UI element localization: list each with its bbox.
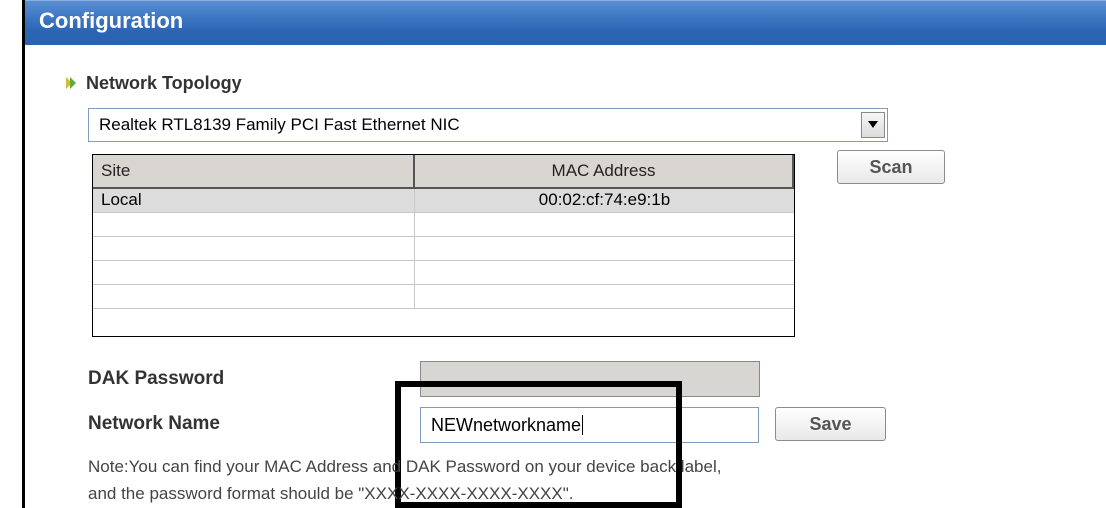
table-row[interactable] bbox=[93, 213, 794, 237]
row-site-cell bbox=[93, 261, 415, 284]
table-row[interactable] bbox=[93, 285, 794, 309]
note-text: Note:You can find your MAC Address and D… bbox=[88, 453, 968, 507]
dropdown-arrow-button[interactable] bbox=[861, 112, 885, 138]
network-name-field[interactable]: NEWnetworkname bbox=[420, 407, 759, 443]
row-mac-cell bbox=[415, 237, 794, 260]
table-row[interactable] bbox=[93, 237, 794, 261]
network-topology-header: Network Topology bbox=[65, 71, 242, 95]
row-mac-cell bbox=[415, 213, 794, 236]
devices-table: Site MAC Address Local 00:02:cf:74:e9:1b bbox=[92, 154, 795, 337]
row-mac-cell bbox=[415, 261, 794, 284]
column-header-site[interactable]: Site bbox=[93, 155, 415, 187]
dak-password-label: DAK Password bbox=[88, 368, 225, 389]
configuration-panel: Configuration Network Topology Realtek R… bbox=[25, 0, 1106, 508]
table-header-row: Site MAC Address bbox=[93, 155, 794, 189]
table-row[interactable]: Local 00:02:cf:74:e9:1b bbox=[93, 189, 794, 213]
text-caret bbox=[582, 415, 584, 435]
scan-button[interactable]: Scan bbox=[837, 150, 945, 184]
note-line-2: and the password format should be "XXXX-… bbox=[88, 484, 574, 503]
note-line-1: Note:You can find your MAC Address and D… bbox=[88, 457, 722, 476]
row-mac-cell bbox=[415, 285, 794, 308]
chevron-down-icon bbox=[868, 121, 878, 128]
row-site-cell bbox=[93, 237, 415, 260]
save-button[interactable]: Save bbox=[775, 407, 886, 441]
row-site-cell bbox=[93, 285, 415, 308]
panel-title: Configuration bbox=[39, 8, 184, 33]
bullet-arrow-icon bbox=[66, 77, 76, 89]
dak-password-field[interactable] bbox=[420, 361, 760, 397]
title-bar: Configuration bbox=[25, 0, 1106, 45]
network-name-label: Network Name bbox=[88, 413, 220, 434]
row-site-cell bbox=[93, 213, 415, 236]
column-header-mac-address[interactable]: MAC Address bbox=[415, 155, 794, 187]
network-adapter-value: Realtek RTL8139 Family PCI Fast Ethernet… bbox=[99, 115, 460, 134]
network-adapter-select[interactable]: Realtek RTL8139 Family PCI Fast Ethernet… bbox=[88, 108, 888, 142]
row-mac-cell: 00:02:cf:74:e9:1b bbox=[538, 190, 671, 209]
network-name-value: NEWnetworkname bbox=[431, 415, 582, 435]
table-row[interactable] bbox=[93, 261, 794, 285]
section-title: Network Topology bbox=[86, 72, 242, 93]
row-site-cell: Local bbox=[93, 189, 415, 212]
